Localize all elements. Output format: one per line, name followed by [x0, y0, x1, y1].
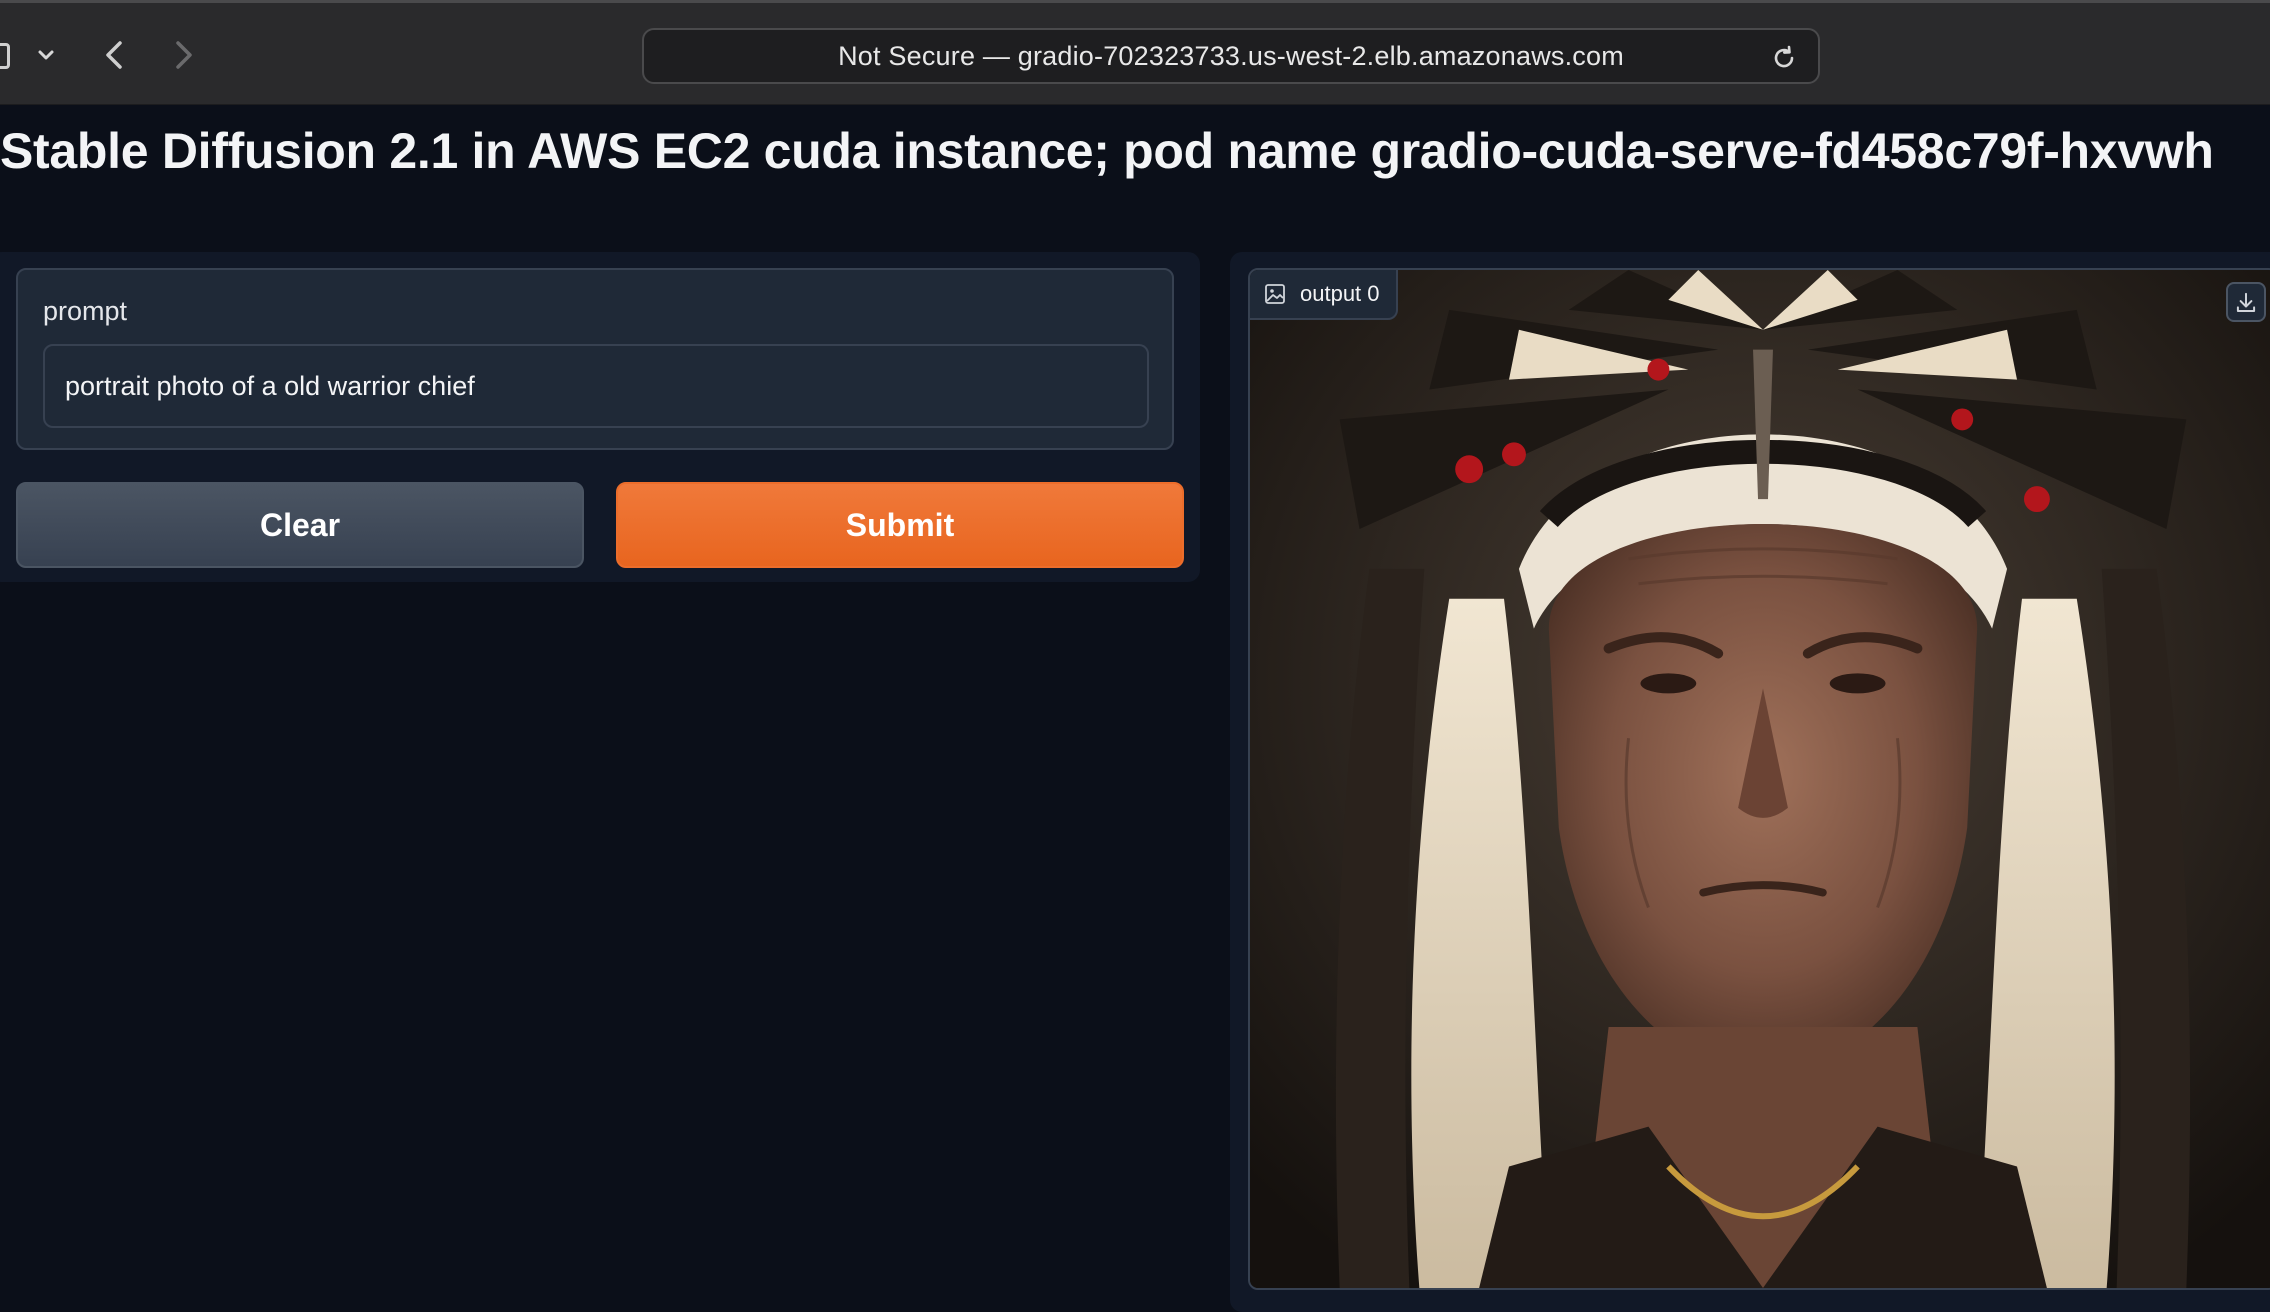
address-bar-url[interactable]: Not Secure — gradio-702323733.us-west-2.…	[644, 30, 1818, 82]
prompt-block: prompt	[16, 268, 1174, 450]
page-title: Stable Diffusion 2.1 in AWS EC2 cuda ins…	[0, 123, 2214, 179]
output-label: output 0	[1250, 270, 1398, 320]
output-image-frame: output 0	[1248, 268, 2270, 1290]
prompt-input[interactable]	[43, 344, 1149, 428]
browser-toolbar: Not Secure — gradio-702323733.us-west-2.…	[0, 0, 2270, 105]
chevron-right-icon[interactable]	[166, 35, 202, 75]
prompt-label: prompt	[43, 296, 128, 326]
chevron-left-icon[interactable]	[96, 35, 132, 75]
sidebar-toggle-icon[interactable]	[0, 43, 10, 69]
download-button[interactable]	[2226, 282, 2266, 322]
submit-button[interactable]: Submit	[616, 482, 1184, 568]
address-bar[interactable]: Not Secure — gradio-702323733.us-west-2.…	[642, 28, 1820, 84]
input-panel: prompt Clear Submit	[0, 252, 1200, 582]
clear-button[interactable]: Clear	[16, 482, 584, 568]
reload-icon[interactable]	[1770, 44, 1798, 72]
chevron-down-icon[interactable]	[30, 39, 62, 71]
download-icon	[2236, 292, 2256, 312]
image-icon	[1265, 284, 1285, 304]
output-panel: output 0	[1230, 252, 2270, 1312]
output-image	[1250, 270, 2270, 1288]
output-label-text: output 0	[1300, 281, 1380, 306]
